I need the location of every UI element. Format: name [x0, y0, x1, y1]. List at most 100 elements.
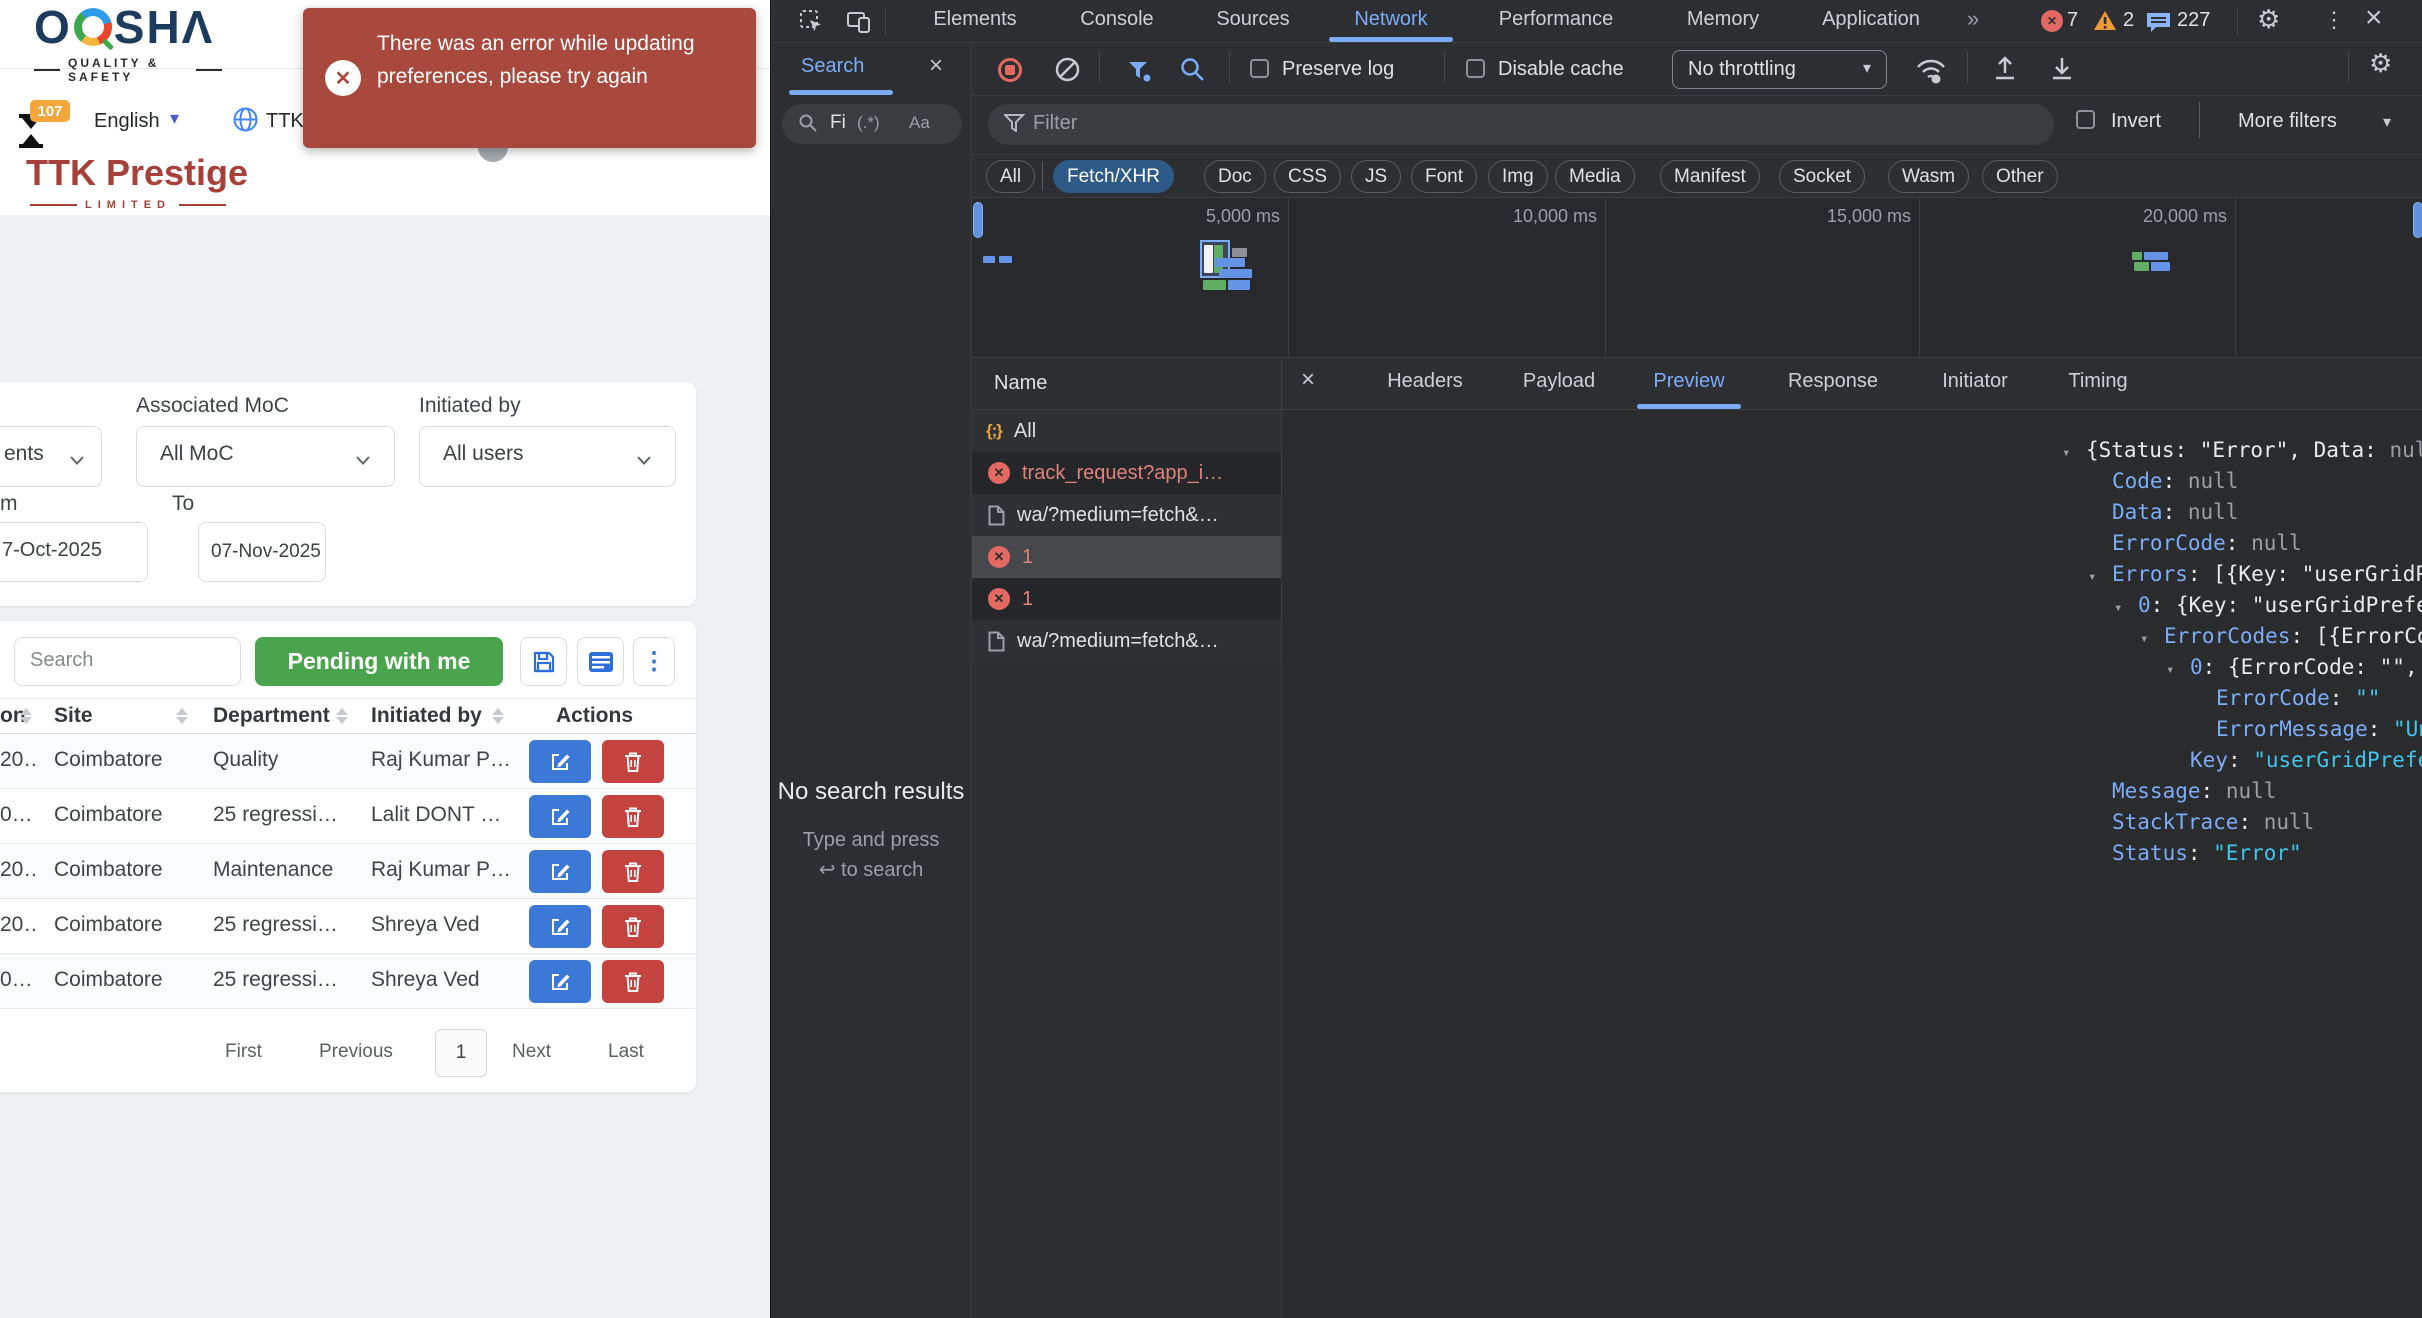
delete-button[interactable] [602, 740, 664, 783]
error-count[interactable]: 7 [2067, 9, 2078, 32]
pagination-previous[interactable]: Previous [319, 1041, 393, 1063]
edit-button[interactable] [529, 795, 591, 838]
json-preview-line[interactable]: ▾Errors: [{Key: "userGridPreferences", E… [2052, 559, 2422, 590]
disable-cache-checkbox[interactable] [1466, 59, 1485, 78]
request-type-chip-other[interactable]: Other [1982, 160, 2058, 193]
devtools-close-icon[interactable]: × [2365, 1, 2383, 35]
request-type-chip-img[interactable]: Img [1488, 160, 1548, 193]
json-preview-line[interactable]: ▾ErrorCodes: [{ErrorCode: "", ErrorMessa… [2052, 621, 2422, 652]
detail-tab-preview[interactable]: Preview [1653, 370, 1724, 393]
import-har-icon[interactable] [1991, 54, 2019, 87]
devtools-tab-network[interactable]: Network [1354, 8, 1427, 31]
edit-button[interactable] [529, 850, 591, 893]
invert-label[interactable]: Invert [2111, 110, 2161, 133]
request-type-chip-css[interactable]: CSS [1274, 160, 1341, 193]
expand-arrow-icon[interactable]: ▾ [2114, 593, 2138, 621]
pagination-last[interactable]: Last [608, 1041, 644, 1063]
json-preview-line[interactable]: ▾0: {Key: "userGridPreferences", ErrorCo… [2052, 590, 2422, 621]
devtools-tab-elements[interactable]: Elements [933, 8, 1016, 31]
more-tabs-chevron[interactable]: » [1967, 6, 1979, 32]
request-type-chip-fetchxhr[interactable]: Fetch/XHR [1053, 160, 1174, 193]
request-type-chip-media[interactable]: Media [1555, 160, 1635, 193]
devtools-menu-icon[interactable]: ⋮ [2323, 7, 2345, 33]
filter-funnel-icon[interactable] [1127, 60, 1152, 87]
detail-close-icon[interactable]: × [1301, 366, 1315, 394]
request-row[interactable]: {;}All [972, 410, 1281, 452]
request-type-chip-js[interactable]: JS [1351, 160, 1401, 193]
portal-name[interactable]: TTK [266, 110, 304, 133]
request-row[interactable]: ✕1 [972, 578, 1281, 620]
request-row[interactable]: wa/?medium=fetch&… [972, 494, 1281, 536]
clear-network-log-icon[interactable] [1054, 56, 1081, 88]
more-filters-label[interactable]: More filters [2238, 110, 2337, 133]
devtools-tab-performance[interactable]: Performance [1499, 8, 1614, 31]
export-har-icon[interactable] [2048, 54, 2076, 87]
edit-button[interactable] [529, 740, 591, 783]
network-conditions-icon[interactable] [1914, 55, 1948, 90]
preserve-log-label[interactable]: Preserve log [1282, 58, 1394, 81]
request-row[interactable]: ✕1 [972, 536, 1281, 578]
expand-arrow-icon[interactable]: ▾ [2140, 624, 2164, 652]
delete-button[interactable] [602, 850, 664, 893]
device-toolbar-icon[interactable] [846, 9, 872, 35]
column-settings-button[interactable] [577, 637, 624, 686]
sort-icon[interactable] [20, 708, 32, 724]
devtools-tab-sources[interactable]: Sources [1216, 8, 1289, 31]
warning-count[interactable]: 2 [2123, 9, 2134, 32]
expand-arrow-icon[interactable]: ▾ [2088, 562, 2112, 590]
error-count-icon[interactable]: ✕ [2041, 10, 2063, 32]
warning-count-icon[interactable] [2093, 10, 2117, 36]
detail-tab-timing[interactable]: Timing [2068, 370, 2127, 393]
sort-icon[interactable] [176, 708, 188, 724]
message-count[interactable]: 227 [2177, 9, 2210, 32]
sort-icon[interactable] [492, 708, 504, 724]
save-preferences-button[interactable] [520, 637, 567, 686]
network-search-icon[interactable] [1179, 56, 1206, 88]
delete-button[interactable] [602, 905, 664, 948]
devtools-tab-application[interactable]: Application [1822, 8, 1920, 31]
detail-tab-initiator[interactable]: Initiator [1942, 370, 2008, 393]
pagination-next[interactable]: Next [512, 1041, 551, 1063]
request-type-chip-doc[interactable]: Doc [1204, 160, 1266, 193]
network-filter-input[interactable] [988, 104, 2054, 145]
request-row[interactable]: ✕track_request?app_i… [972, 452, 1281, 494]
json-preview-line[interactable]: ▾{Status: "Error", Data: null, Code: nul… [2052, 435, 2422, 466]
request-type-chip-font[interactable]: Font [1411, 160, 1477, 193]
detail-tab-headers[interactable]: Headers [1387, 370, 1463, 393]
sort-icon[interactable] [336, 708, 348, 724]
pagination-current-page[interactable]: 1 [435, 1029, 487, 1077]
column-header-department[interactable]: Department [213, 704, 330, 728]
preserve-log-checkbox[interactable] [1250, 59, 1269, 78]
invert-checkbox[interactable] [2076, 110, 2095, 129]
request-row[interactable]: wa/?medium=fetch&… [972, 620, 1281, 662]
request-type-chip-socket[interactable]: Socket [1779, 160, 1865, 193]
match-case-toggle[interactable]: Aa [909, 113, 930, 133]
regex-toggle[interactable]: (.*) [857, 113, 880, 133]
search-panel-tab[interactable]: Search [801, 55, 864, 78]
network-settings-gear-icon[interactable]: ⚙ [2369, 48, 2392, 79]
search-panel-close-icon[interactable]: × [929, 52, 943, 80]
name-column-header[interactable]: Name [994, 372, 1047, 395]
expand-arrow-icon[interactable]: ▾ [2062, 438, 2086, 466]
detail-tab-payload[interactable]: Payload [1523, 370, 1595, 393]
column-header-initiatedby[interactable]: Initiated by [371, 704, 482, 728]
settings-gear-icon[interactable]: ⚙ [2257, 4, 2280, 35]
devtools-tab-console[interactable]: Console [1080, 8, 1153, 31]
timeline-right-handle[interactable] [2413, 202, 2422, 238]
language-caret-icon[interactable]: ▾ [170, 108, 179, 129]
pagination-first[interactable]: First [225, 1041, 262, 1063]
record-network-log-button[interactable] [998, 58, 1022, 82]
request-type-chip-all[interactable]: All [986, 160, 1035, 193]
pending-with-me-button[interactable]: Pending with me [255, 637, 503, 686]
expand-arrow-icon[interactable]: ▾ [2166, 655, 2190, 683]
more-filters-caret-icon[interactable]: ▾ [2383, 112, 2391, 132]
request-type-chip-wasm[interactable]: Wasm [1888, 160, 1969, 193]
inspect-element-icon[interactable] [799, 9, 825, 35]
disable-cache-label[interactable]: Disable cache [1498, 58, 1624, 81]
delete-button[interactable] [602, 795, 664, 838]
edit-button[interactable] [529, 960, 591, 1003]
delete-button[interactable] [602, 960, 664, 1003]
column-header-actions[interactable]: Actions [556, 704, 633, 728]
timeline-left-handle[interactable] [973, 202, 983, 238]
more-options-button[interactable]: ⋮ [633, 637, 675, 686]
